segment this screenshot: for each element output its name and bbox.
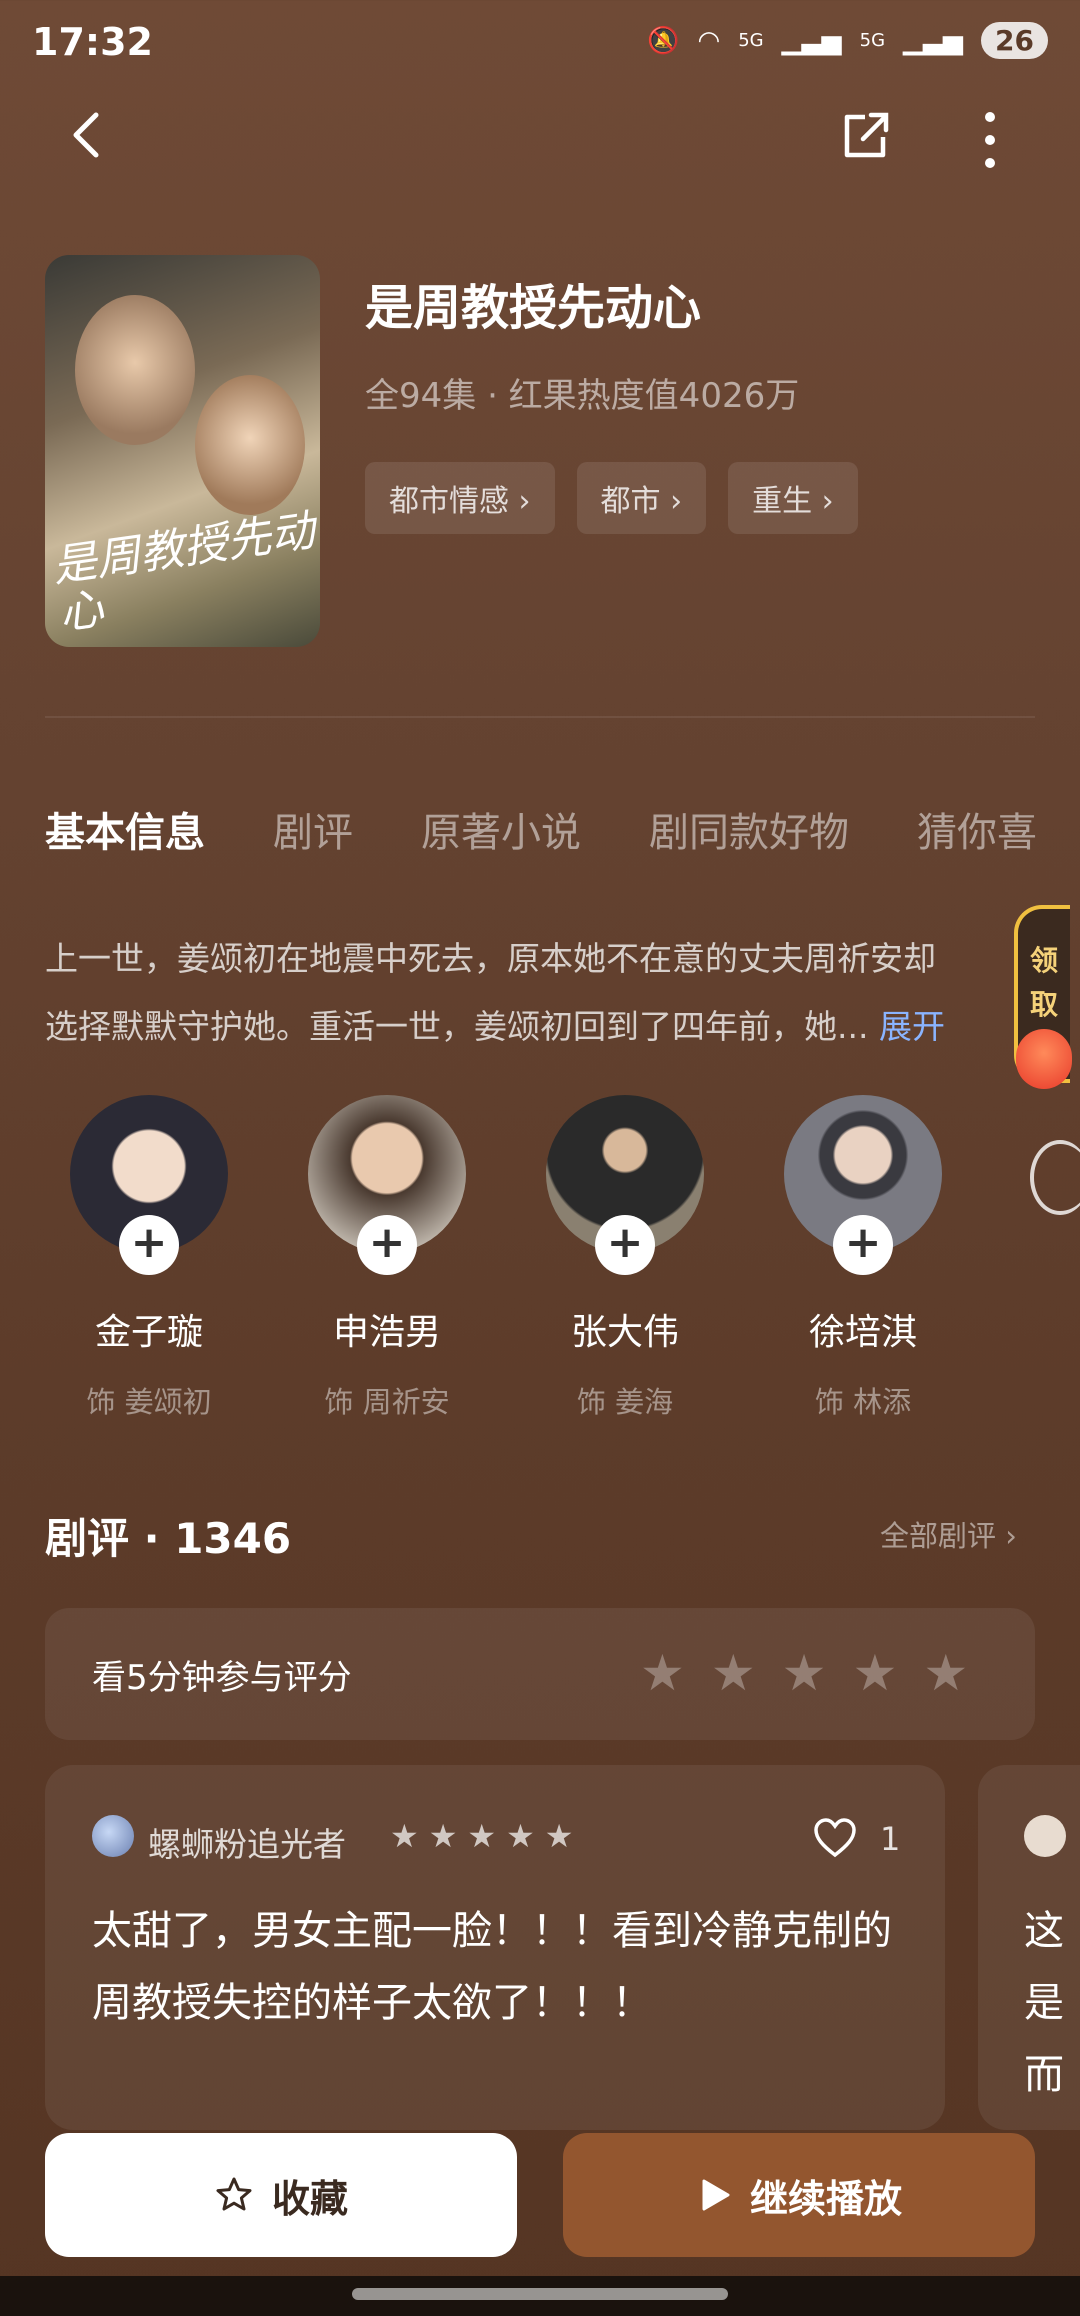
rating-stars: ★ ★ ★ ★ ★	[640, 1648, 968, 1698]
star-icon: ★	[544, 1817, 574, 1855]
actor-name: 徐培淇	[808, 1312, 917, 1353]
wifi-icon: ◠	[697, 25, 721, 56]
cast-member[interactable]: + 张大伟 饰 姜海	[536, 1095, 714, 1421]
all-reviews-link[interactable]: 全部剧评 ›	[880, 1513, 1017, 1555]
chevron-left-icon	[73, 112, 99, 158]
cast-member[interactable]: + 金子璇 饰 姜颂初	[60, 1095, 238, 1421]
red-envelope-icon	[1016, 1029, 1072, 1089]
show-subtitle: 全94集 · 红果热度值4026万	[365, 376, 800, 416]
poster-figure	[195, 375, 305, 515]
genre-tag[interactable]: 都市 ›	[576, 462, 707, 534]
rating-prompt-label: 看5分钟参与评分	[92, 1658, 352, 1698]
star-icon: ★	[467, 1817, 497, 1855]
heart-icon	[814, 1818, 856, 1858]
genre-tags: 都市情感 › 都市 › 重生 ›	[365, 462, 858, 534]
tab-basic-info[interactable]: 基本信息	[45, 800, 205, 858]
star-outline-icon	[216, 2177, 252, 2211]
play-icon	[702, 2179, 730, 2211]
review-text-peek: 这 是 而	[1024, 1908, 1064, 2098]
follow-plus-icon[interactable]: +	[357, 1215, 417, 1275]
network-5g-label: 5G	[738, 30, 764, 51]
star-icon[interactable]: ★	[640, 1648, 685, 1698]
cast-member[interactable]: + 申浩男 饰 周祈安	[298, 1095, 476, 1421]
signal-icon: ▁▃▅	[781, 25, 842, 56]
review-text: 太甜了，男女主配一脸！！！看到冷静克制的周教授失控的样子太欲了！！！	[92, 1908, 892, 2026]
follow-plus-icon[interactable]: +	[595, 1215, 655, 1275]
reward-float-button[interactable]: 领 取	[1014, 905, 1072, 1089]
genre-tag[interactable]: 都市情感 ›	[365, 462, 555, 534]
tab-recommend[interactable]: 猜你喜	[917, 800, 1037, 858]
cast-member-peek[interactable]	[1030, 1140, 1080, 1215]
star-icon: ★	[390, 1817, 419, 1855]
actor-role: 饰 周祈安	[324, 1385, 450, 1419]
show-title: 是周教授先动心	[365, 280, 702, 336]
star-icon[interactable]: ★	[711, 1648, 756, 1698]
continue-play-button[interactable]: 继续播放	[563, 2133, 1035, 2257]
actor-name: 金子璇	[94, 1312, 203, 1353]
reviewer-avatar	[92, 1815, 134, 1857]
tab-bar: 基本信息 剧评 原著小说 剧同款好物 猜你喜	[45, 800, 1037, 858]
divider	[45, 716, 1035, 718]
favorite-button[interactable]: 收藏	[45, 2133, 517, 2257]
back-button[interactable]	[60, 105, 120, 165]
favorite-label: 收藏	[271, 2176, 348, 2221]
follow-plus-icon[interactable]: +	[833, 1215, 893, 1275]
reward-label: 取	[1029, 988, 1058, 1021]
tab-novel[interactable]: 原著小说	[421, 800, 581, 858]
like-button[interactable]	[812, 1815, 858, 1861]
play-label: 继续播放	[749, 2176, 902, 2221]
actor-role: 饰 姜海	[576, 1385, 674, 1419]
reviews-title: 剧评 · 1346	[45, 1514, 292, 1563]
star-icon: ★	[428, 1817, 458, 1855]
home-indicator[interactable]	[352, 2288, 728, 2300]
more-vertical-icon	[985, 112, 995, 168]
poster-figure	[75, 295, 195, 445]
show-description: 上一世，姜颂初在地震中死去，原本她不在意的丈夫周祈安却 选择默默守护她。重活一世…	[45, 925, 1035, 1061]
star-icon: ★	[506, 1817, 535, 1855]
signal-icon-2: ▁▃▅	[903, 25, 964, 56]
status-icons: 🔕 ◠ 5G ▁▃▅ 5G ▁▃▅ 26	[647, 22, 1048, 59]
poster-title-art: 是周教授先动心	[49, 505, 318, 641]
reviewer-avatar	[1024, 1815, 1066, 1857]
description-line: 上一世，姜颂初在地震中死去，原本她不在意的丈夫周祈安却	[45, 939, 936, 978]
tab-reviews[interactable]: 剧评	[273, 800, 353, 858]
share-icon	[844, 112, 889, 158]
cast-member[interactable]: + 徐培淇 饰 林添	[774, 1095, 952, 1421]
expand-link[interactable]: 展开	[879, 1007, 945, 1046]
show-poster[interactable]: 是周教授先动心	[45, 255, 320, 647]
battery-indicator: 26	[981, 22, 1048, 59]
mute-icon: 🔕	[647, 25, 680, 56]
status-time: 17:32	[32, 20, 153, 64]
star-icon[interactable]: ★	[852, 1648, 897, 1698]
actor-name: 张大伟	[570, 1312, 679, 1353]
star-icon[interactable]: ★	[923, 1648, 968, 1698]
cast-list: + 金子璇 饰 姜颂初 + 申浩男 饰 周祈安 + 张大伟 饰 姜海 + 徐培淇…	[60, 1095, 952, 1421]
reviewer-name: 螺蛳粉追光者	[148, 1825, 346, 1864]
actor-role: 饰 姜颂初	[86, 1385, 212, 1419]
review-stars: ★ ★ ★ ★ ★	[390, 1818, 573, 1854]
genre-tag[interactable]: 重生 ›	[728, 462, 858, 534]
actor-role: 饰 林添	[814, 1385, 912, 1419]
like-count: 1	[880, 1820, 901, 1858]
network-5g-label-2: 5G	[859, 30, 886, 51]
reward-label: 领	[1029, 944, 1058, 977]
actor-name: 申浩男	[332, 1312, 441, 1353]
more-options-button[interactable]	[960, 105, 1020, 175]
share-button[interactable]	[835, 105, 895, 165]
description-line: 选择默默守护她。重活一世，姜颂初回到了四年前，她... 展开	[45, 1007, 945, 1046]
tab-merch[interactable]: 剧同款好物	[649, 800, 849, 858]
star-icon[interactable]: ★	[782, 1648, 827, 1698]
follow-plus-icon[interactable]: +	[119, 1215, 179, 1275]
